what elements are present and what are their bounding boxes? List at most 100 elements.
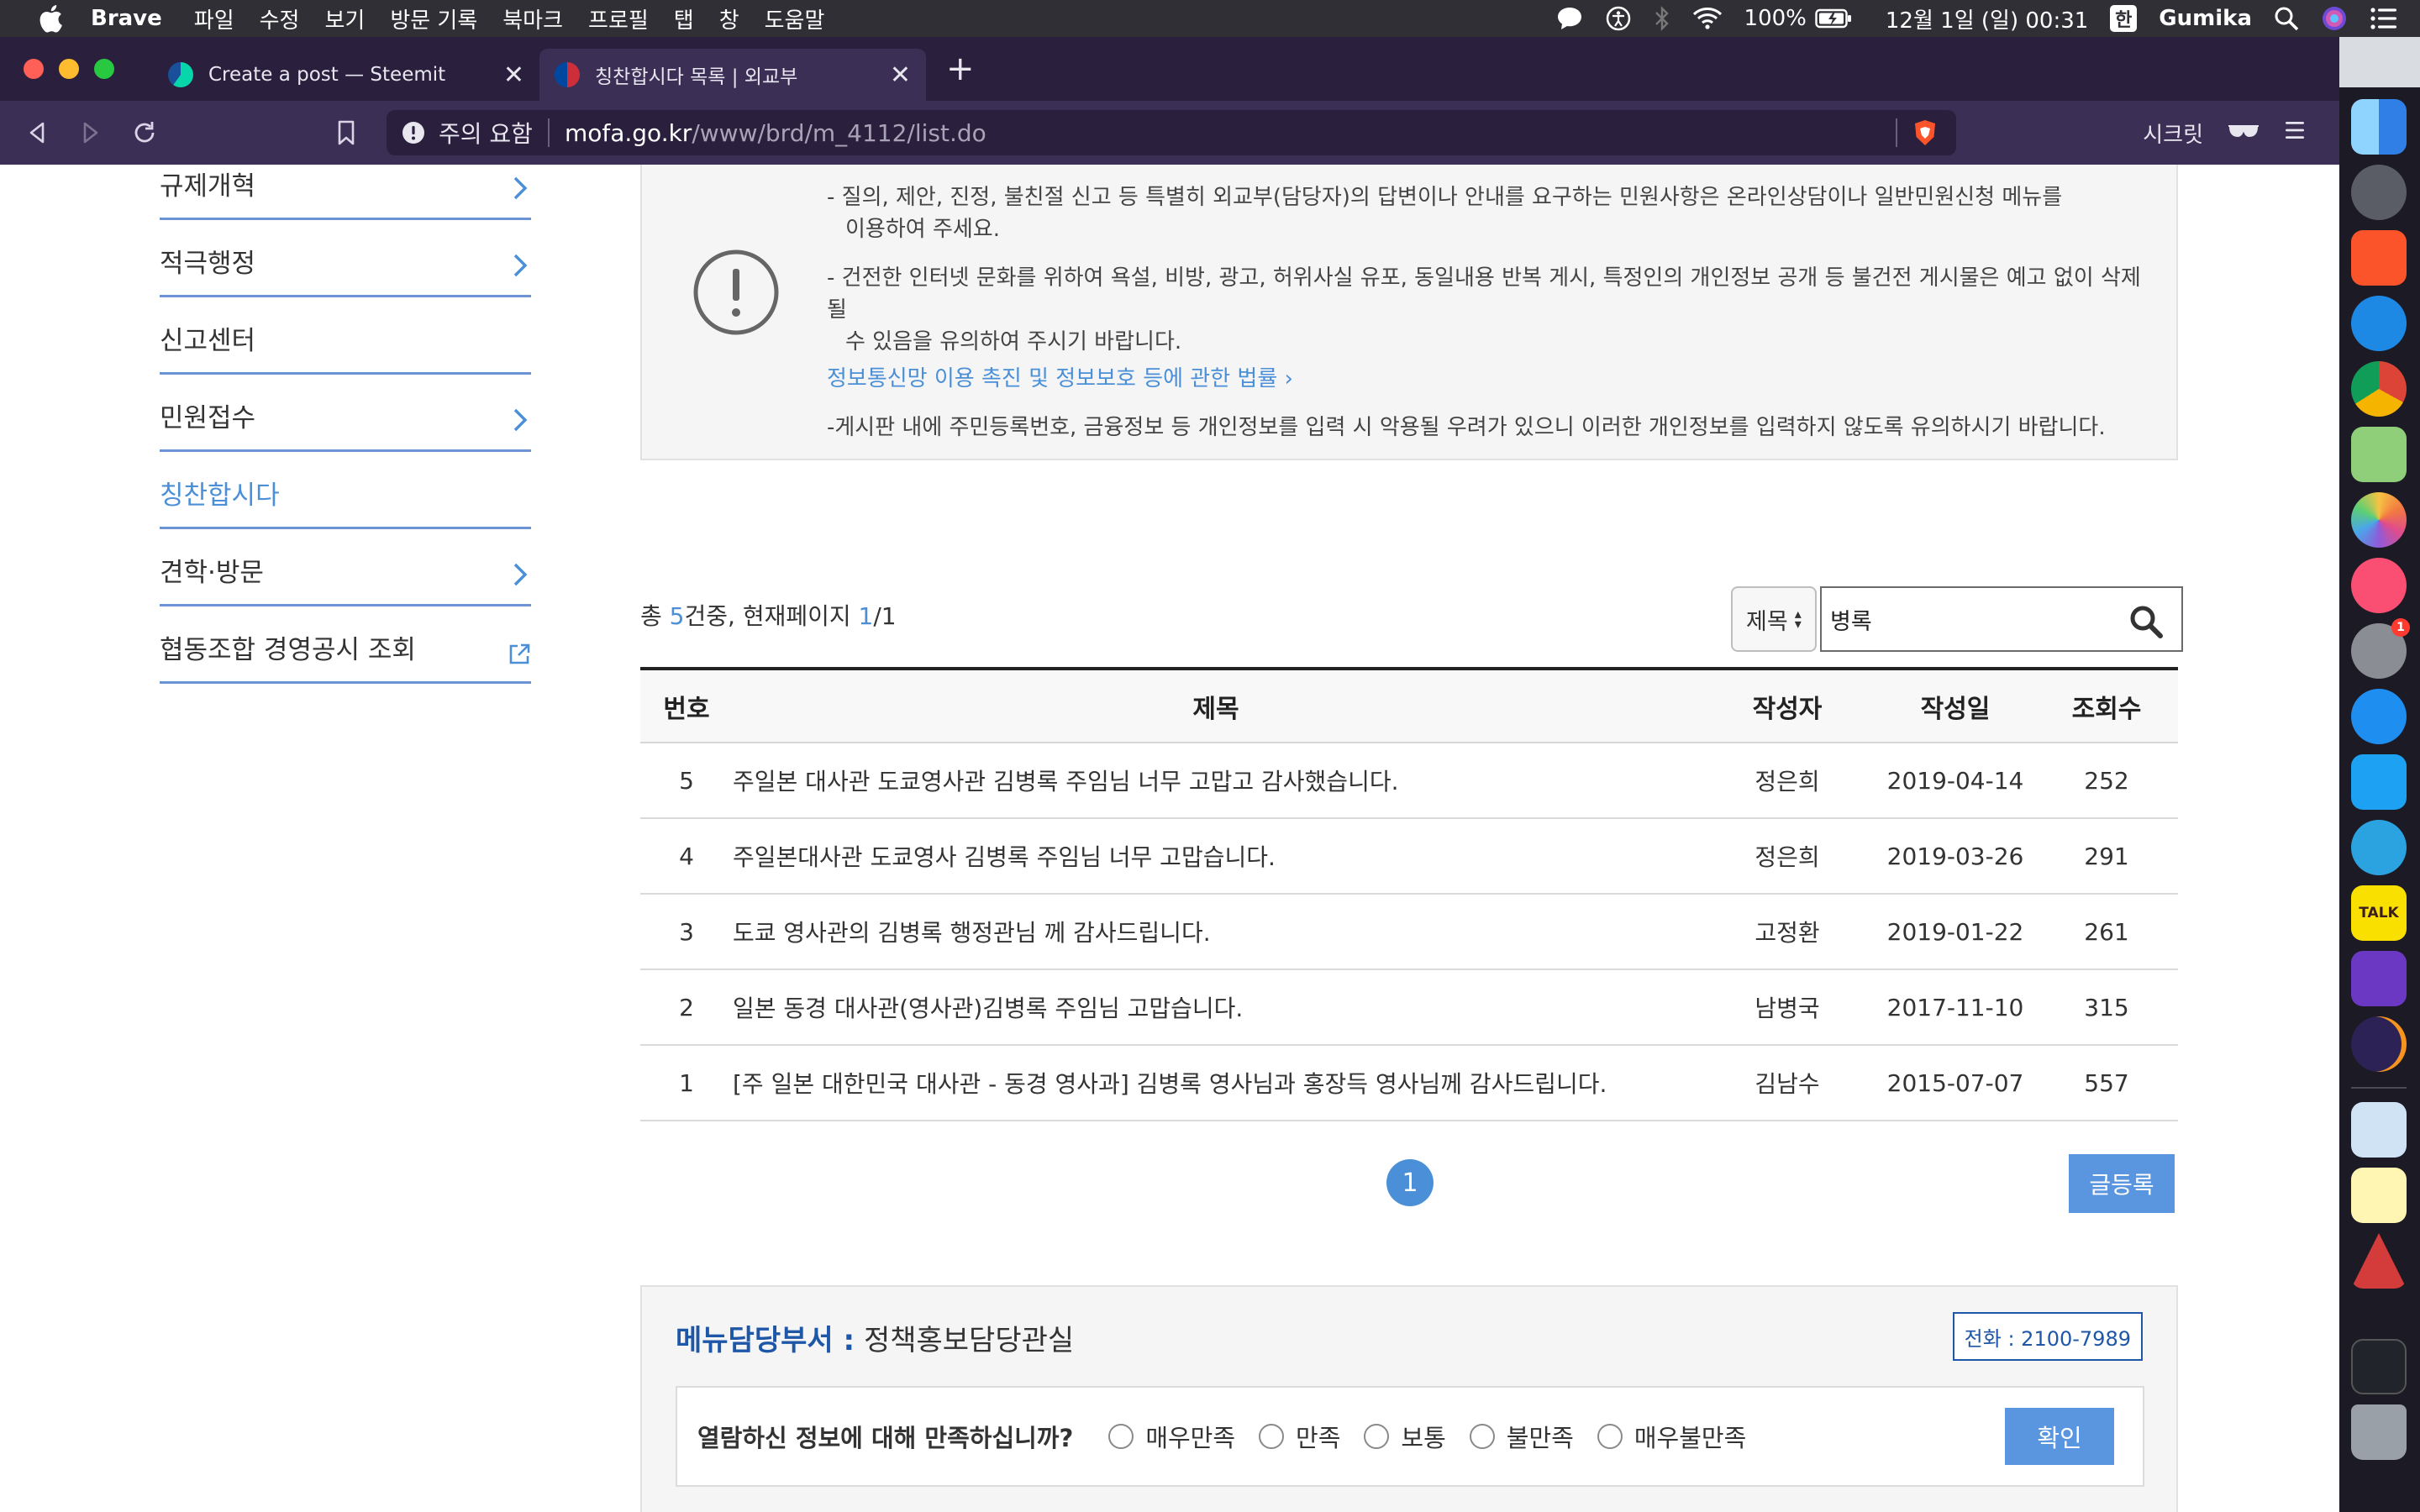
menu-app-name[interactable]: Brave	[91, 6, 162, 31]
browser-window: Create a post — Steemit ✕ 칭찬합시다 목록 | 외교부…	[0, 37, 2339, 1512]
visual-studio-icon[interactable]	[2351, 951, 2407, 1006]
siri-icon[interactable]	[2321, 5, 2348, 32]
accessibility-icon[interactable]	[1605, 5, 1632, 32]
minimize-window-button[interactable]	[59, 59, 79, 79]
post-title-link[interactable]: 주일본 대사관 도쿄영사관 김병록 주임님 너무 고맙고 감사했습니다.	[733, 743, 1699, 818]
radio-button[interactable]	[1108, 1424, 1134, 1449]
option-label: 매우만족	[1145, 1424, 1236, 1452]
safari-icon[interactable]	[2351, 296, 2407, 351]
toolbar-right: 시크릿	[2143, 101, 2306, 165]
user-name[interactable]: Gumika	[2159, 6, 2252, 31]
write-post-button[interactable]: 글등록	[2069, 1154, 2175, 1213]
menu-bookmarks[interactable]: 북마크	[502, 3, 563, 34]
sidebar-item-label: 견학·방문	[160, 558, 264, 588]
battery-icon[interactable]	[1815, 8, 1852, 29]
close-tab-icon[interactable]: ✕	[890, 60, 911, 90]
telegram-icon[interactable]	[2351, 820, 2407, 875]
tab-steemit[interactable]: Create a post — Steemit ✕	[153, 49, 539, 101]
brave-browser-icon[interactable]	[2351, 230, 2407, 286]
tab-mofa[interactable]: 칭찬합시다 목록 | 외교부 ✕	[539, 49, 926, 101]
bluetooth-icon[interactable]	[1654, 5, 1670, 32]
close-tab-icon[interactable]: ✕	[503, 60, 524, 90]
post-title-link[interactable]: 일본 동경 대사관(영사관)김병록 주임님 고맙습니다.	[733, 969, 1699, 1045]
pagination-page-1[interactable]: 1	[1386, 1159, 1434, 1206]
survey-option-very-satisfied[interactable]: 매우만족	[1108, 1419, 1235, 1454]
brave-shields-icon[interactable]	[1912, 119, 1938, 146]
radio-button[interactable]	[1364, 1424, 1390, 1449]
sidebar-item-compliments[interactable]: 칭찬합시다	[160, 452, 531, 529]
menu-profile[interactable]: 프로필	[588, 3, 649, 34]
search-field-select[interactable]: 제목 ▴ ▾	[1731, 586, 1817, 652]
apple-icon[interactable]	[35, 3, 66, 34]
post-title-link[interactable]: 주일본대사관 도쿄영사 김병록 주임님 너무 고맙습니다.	[733, 818, 1699, 894]
music-icon[interactable]	[2351, 558, 2407, 613]
sidebar-item-regulatory-reform[interactable]: 규제개혁	[160, 165, 531, 220]
count-middle: 건중, 현재페이지	[684, 602, 859, 630]
menu-history[interactable]: 방문 기록	[390, 3, 477, 34]
forward-icon[interactable]	[74, 116, 108, 150]
menu-edit[interactable]: 수정	[260, 3, 300, 34]
radio-button[interactable]	[1597, 1424, 1623, 1449]
survey-option-satisfied[interactable]: 만족	[1259, 1419, 1340, 1454]
new-tab-button[interactable]: +	[946, 50, 975, 88]
web-page: 규제개혁 적극행정 신고센터 민원접수 칭찬합시다 견학·방문 협동조합 경영공…	[0, 165, 2339, 1512]
chrome-icon[interactable]	[2351, 361, 2407, 417]
privacy-law-link[interactable]: 정보통신망 이용 촉진 및 정보보호 등에 관한 법률 ›	[827, 363, 2154, 395]
eclipse-icon[interactable]	[2351, 1016, 2407, 1072]
post-number: 4	[679, 842, 694, 870]
table-row: 2 일본 동경 대사관(영사관)김병록 주임님 고맙습니다. 남병국 2017-…	[640, 969, 2178, 1045]
maps-icon[interactable]	[2351, 427, 2407, 482]
photos-icon[interactable]	[2351, 492, 2407, 548]
menu-help[interactable]: 도움말	[765, 3, 825, 34]
notes-icon[interactable]	[2351, 1168, 2407, 1223]
notification-center-icon[interactable]	[2370, 7, 2398, 30]
menu-view[interactable]: 보기	[324, 3, 365, 34]
menu-tab[interactable]: 탭	[674, 3, 694, 34]
sidebar-item-tour-visit[interactable]: 견학·방문	[160, 529, 531, 606]
input-method-indicator[interactable]: 한	[2110, 5, 2138, 32]
close-window-button[interactable]	[24, 59, 44, 79]
search-input[interactable]	[1822, 606, 2107, 633]
wifi-icon[interactable]	[1692, 7, 1723, 30]
app-store-icon[interactable]	[2351, 689, 2407, 744]
survey-option-neutral[interactable]: 보통	[1364, 1419, 1446, 1454]
survey-option-dissatisfied[interactable]: 불만족	[1469, 1419, 1574, 1454]
radio-button[interactable]	[1259, 1424, 1285, 1449]
back-icon[interactable]	[20, 116, 54, 150]
sidebar-item-civil-petition[interactable]: 민원접수	[160, 375, 531, 452]
security-status[interactable]: 주의 요함	[439, 116, 533, 150]
col-header-views: 조회수	[2071, 694, 2142, 724]
preview-icon[interactable]	[2351, 1102, 2407, 1158]
terminal-window-icon[interactable]	[2351, 1339, 2407, 1394]
trash-icon[interactable]	[2351, 1404, 2407, 1460]
sidebar-item-cooperative-disclosure[interactable]: 협동조합 경영공시 조회	[160, 606, 531, 684]
clock[interactable]: 12월 1일 (일) 00:31	[1886, 3, 2088, 34]
survey-submit-button[interactable]: 확인	[2005, 1408, 2114, 1465]
chat-bubble-icon[interactable]	[1556, 6, 1583, 31]
system-preferences-icon[interactable]: 1	[2351, 618, 2410, 679]
menu-window[interactable]: 창	[719, 3, 739, 34]
zoom-window-button[interactable]	[94, 59, 114, 79]
url-host: mofa.go.kr	[564, 118, 692, 147]
spotlight-search-icon[interactable]	[2274, 6, 2299, 31]
finder-icon[interactable]	[2351, 99, 2407, 155]
address-bar[interactable]: 주의 요함 mofa.go.kr/www/brd/m_4112/list.do	[387, 110, 1956, 155]
bookmark-icon[interactable]	[329, 116, 363, 150]
survey-option-very-dissatisfied[interactable]: 매우불만족	[1597, 1419, 1746, 1454]
battery-percent: 100%	[1744, 6, 1807, 31]
radio-button[interactable]	[1469, 1424, 1495, 1449]
pdf-app-icon[interactable]	[2351, 1233, 2407, 1289]
post-title-link[interactable]: 도쿄 영사관의 김병록 행정관님 께 감사드립니다.	[733, 894, 1699, 969]
sidebar-item-report-center[interactable]: 신고센터	[160, 297, 531, 375]
sidebar-item-label: 협동조합 경영공시 조회	[160, 635, 416, 665]
sidebar-item-proactive-admin[interactable]: 적극행정	[160, 220, 531, 297]
kakaotalk-icon[interactable]: TALK	[2351, 885, 2407, 941]
app-menu-icon[interactable]	[2284, 119, 2306, 147]
menu-file[interactable]: 파일	[194, 3, 234, 34]
search-icon[interactable]	[2129, 605, 2163, 638]
warning-icon[interactable]	[402, 121, 425, 144]
launchpad-icon[interactable]	[2351, 165, 2407, 220]
post-title-link[interactable]: [주 일본 대한민국 대사관 - 동경 영사과] 김병록 영사님과 홍장득 영사…	[733, 1045, 1699, 1121]
twitter-icon[interactable]	[2351, 754, 2407, 810]
reload-icon[interactable]	[128, 116, 161, 150]
